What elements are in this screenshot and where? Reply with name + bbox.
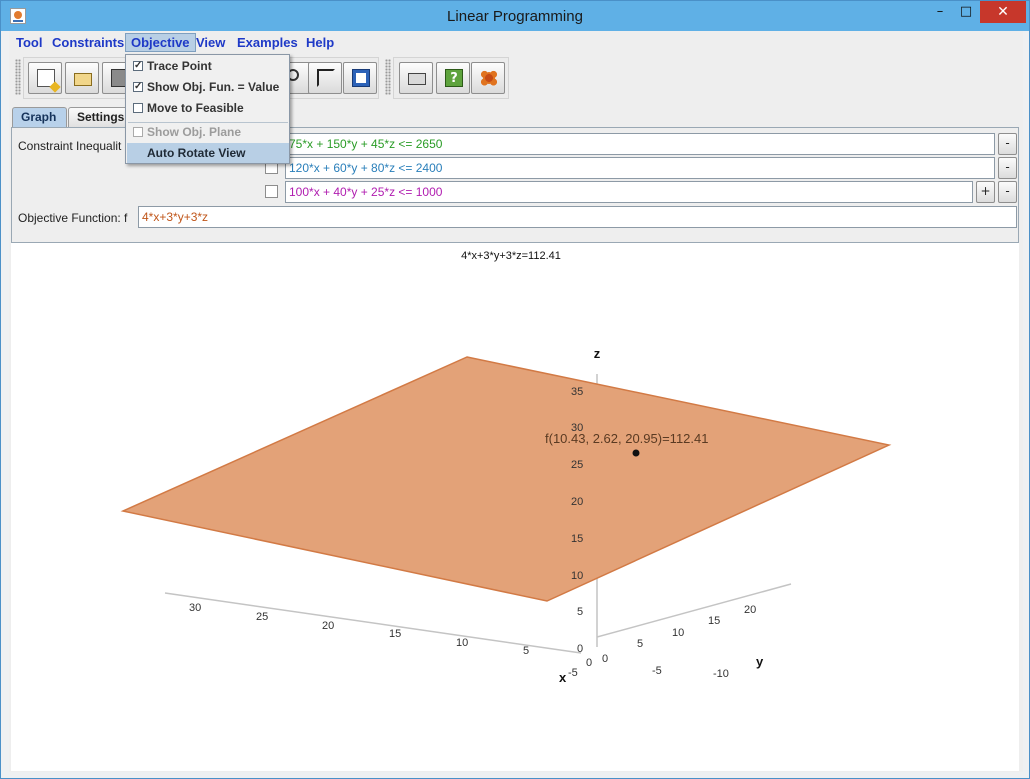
x-tick-5: 5: [523, 645, 529, 657]
x-axis: [164, 592, 582, 654]
y-tick-10: 10: [672, 627, 684, 639]
minimize-button[interactable]: –: [927, 1, 953, 23]
maximize-button[interactable]: □: [953, 1, 979, 23]
objective-dropdown-menu: ✓ Trace Point ✓ Show Obj. Fun. = Value M…: [125, 54, 290, 164]
menu-help[interactable]: Help: [301, 33, 339, 52]
z-tick-35: 35: [571, 386, 583, 398]
unchecked-box-icon: [133, 127, 143, 137]
remove-constraint-1-button[interactable]: -: [998, 133, 1017, 155]
new-button[interactable]: [28, 62, 62, 94]
menu-examples[interactable]: Examples: [232, 33, 303, 52]
y-tick-20: 20: [744, 604, 756, 616]
menu-tool[interactable]: Tool: [11, 33, 47, 52]
y-tick-0: 0: [602, 653, 608, 665]
menu-item-label: Auto Rotate View: [147, 146, 246, 160]
menu-item-auto-rotate-view[interactable]: Auto Rotate View: [127, 143, 289, 163]
objective-plane: [120, 356, 892, 602]
menu-item-label: Move to Feasible: [147, 101, 244, 115]
trace-point[interactable]: [632, 449, 640, 457]
x-tick-20: 20: [322, 620, 334, 632]
menu-item-trace-point[interactable]: ✓ Trace Point: [127, 56, 289, 76]
x-tick-15: 15: [389, 628, 401, 640]
z-tick-5: 5: [577, 606, 583, 618]
menu-item-show-obj-plane: Show Obj. Plane: [127, 122, 289, 142]
check-icon: ✓: [133, 81, 143, 92]
print-icon: [408, 73, 426, 85]
x-axis-label: x: [559, 670, 567, 685]
about-flower-icon: [480, 69, 498, 87]
crop-icon: [317, 69, 335, 87]
tab-graph[interactable]: Graph: [12, 107, 67, 127]
crop-button[interactable]: [308, 62, 342, 94]
y-tick-neg10: -10: [713, 668, 729, 680]
menu-item-label: Trace Point: [147, 59, 212, 73]
objective-label: Objective Function: f: [18, 211, 128, 225]
table-button[interactable]: [343, 62, 377, 94]
toolbar-grip-2[interactable]: [385, 59, 391, 95]
window-title: Linear Programming: [447, 8, 583, 25]
unchecked-box-icon: [133, 103, 143, 113]
toolbar-group-help: ?: [393, 57, 509, 99]
toolbar-grip[interactable]: [15, 59, 21, 95]
graph-canvas[interactable]: 4*x+3*y+3*z=112.41 x y z 30 25 20 15 10 …: [11, 243, 1019, 771]
z-axis-label: z: [594, 346, 601, 361]
y-tick-neg5: -5: [652, 665, 662, 677]
close-button[interactable]: ✕: [980, 1, 1026, 23]
title-bar[interactable]: Linear Programming – □ ✕: [1, 1, 1029, 31]
table-icon: [352, 69, 370, 87]
x-tick-25: 25: [256, 611, 268, 623]
3d-plot[interactable]: 4*x+3*y+3*z=112.41 x y z 30 25 20 15 10 …: [11, 243, 1019, 771]
z-tick-25: 25: [571, 459, 583, 471]
y-axis-label: y: [756, 654, 764, 669]
menu-bar: Tool Constraints Objective View Examples…: [9, 31, 1023, 54]
help-icon: ?: [445, 69, 463, 87]
y-axis: [596, 583, 792, 638]
open-button[interactable]: [65, 62, 99, 94]
print-button[interactable]: [399, 62, 433, 94]
constraint-1-input[interactable]: 75*x + 150*y + 45*z <= 2650: [285, 133, 995, 155]
app-window: Linear Programming – □ ✕ Tool Constraint…: [0, 0, 1030, 779]
menu-item-move-to-feasible[interactable]: Move to Feasible: [127, 98, 289, 118]
remove-constraint-2-button[interactable]: -: [998, 157, 1017, 179]
check-icon: ✓: [133, 60, 143, 71]
constraint-3-input[interactable]: 100*x + 40*y + 25*z <= 1000: [285, 181, 973, 203]
y-tick-5: 5: [637, 638, 643, 650]
remove-constraint-3-button[interactable]: -: [998, 181, 1017, 203]
constraints-label: Constraint Inequalit: [18, 139, 122, 153]
x-tick-10: 10: [456, 637, 468, 649]
menu-constraints[interactable]: Constraints: [47, 33, 129, 52]
menu-item-label: Show Obj. Plane: [147, 125, 242, 139]
new-file-icon: [37, 69, 55, 87]
graph-caption: 4*x+3*y+3*z=112.41: [461, 250, 561, 262]
z-tick-15: 15: [571, 533, 583, 545]
objective-function-input[interactable]: 4*x+3*y+3*z: [138, 206, 1017, 228]
y-tick-15: 15: [708, 615, 720, 627]
menu-objective[interactable]: Objective: [125, 33, 196, 52]
z-tick-10: 10: [571, 570, 583, 582]
open-folder-icon: [74, 73, 92, 86]
help-button[interactable]: ?: [436, 62, 470, 94]
add-constraint-button[interactable]: +: [976, 181, 995, 203]
constraint-3-checkbox[interactable]: [265, 185, 278, 198]
menu-view[interactable]: View: [191, 33, 230, 52]
z-tick-20: 20: [571, 496, 583, 508]
menu-item-show-obj-fun-value[interactable]: ✓ Show Obj. Fun. = Value: [127, 77, 289, 97]
client-area: Tool Constraints Objective View Examples…: [9, 31, 1023, 772]
menu-item-label: Show Obj. Fun. = Value: [147, 80, 280, 94]
about-button[interactable]: [471, 62, 505, 94]
trace-point-label: f(10.43, 2.62, 20.95)=112.41: [545, 431, 708, 446]
x-tick-0: 0: [586, 657, 592, 669]
constraint-2-input[interactable]: 120*x + 60*y + 80*z <= 2400: [285, 157, 995, 179]
x-tick-30: 30: [189, 602, 201, 614]
x-tick-neg5: -5: [568, 667, 578, 679]
z-tick-0: 0: [577, 643, 583, 655]
